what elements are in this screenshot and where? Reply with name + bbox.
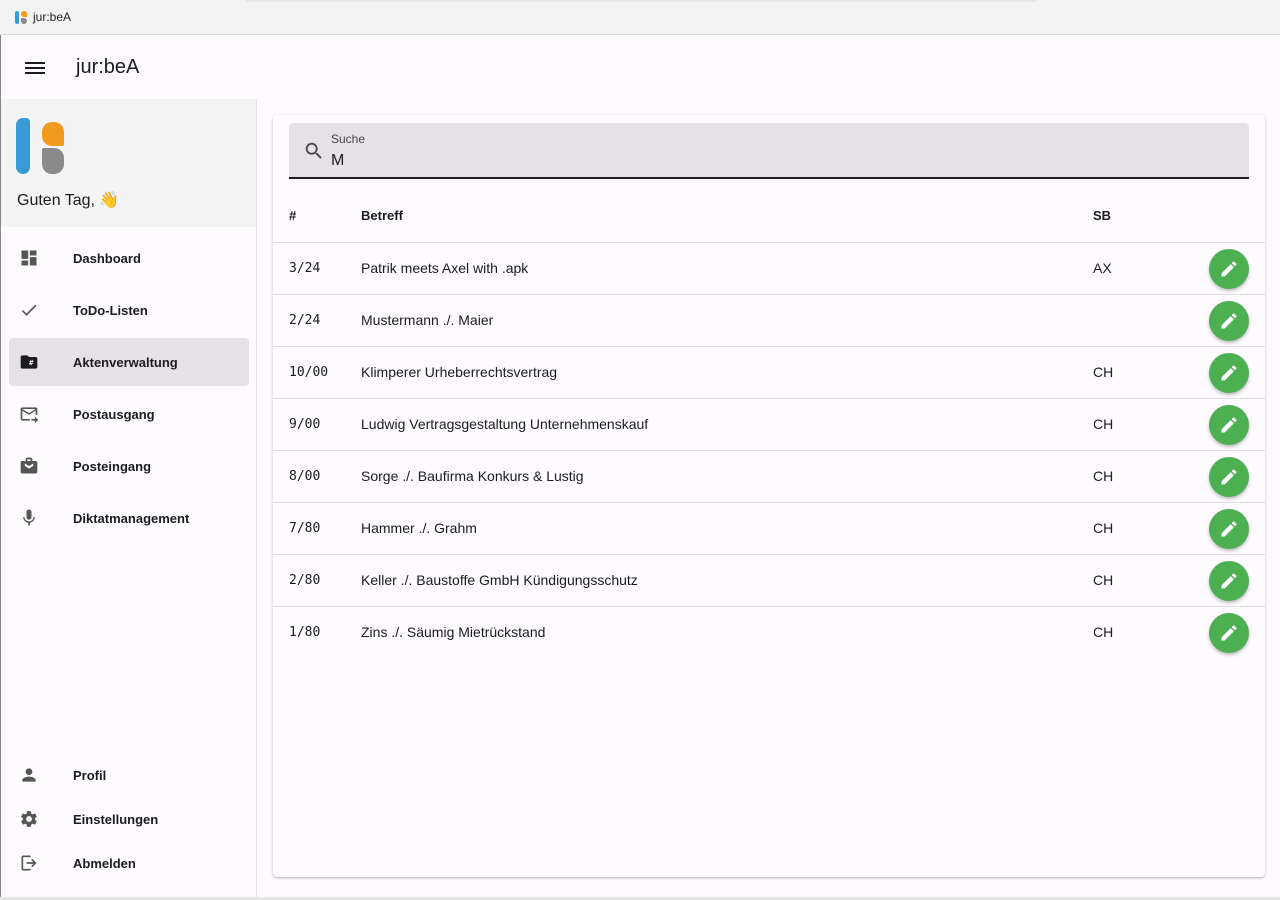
inbox-icon [20, 457, 38, 474]
sidebar-header: Guten Tag, 👋 [1, 99, 256, 227]
sidebar-item-label: Posteingang [73, 458, 152, 474]
menu-icon[interactable] [25, 59, 47, 75]
gear-icon [21, 811, 37, 827]
row-subject: Hammer ./. Grahm [361, 520, 477, 536]
sidebar-item-label: ToDo-Listen [73, 302, 148, 318]
row-sb: AX [1093, 260, 1112, 276]
sidebar-item-profil[interactable]: Profil [9, 755, 249, 795]
row-number: 9/00 [289, 417, 321, 432]
search-label: Suche [331, 132, 366, 146]
dashboard-icon [21, 250, 37, 266]
row-number: 7/80 [289, 521, 321, 536]
sidebar-item-einstellungen[interactable]: Einstellungen [9, 799, 249, 839]
table-row[interactable]: 1/80 Zins ./. Säumig Mietrückstand CH [273, 607, 1265, 659]
window-title: jur:beA [33, 10, 72, 24]
edit-button[interactable] [1209, 353, 1249, 393]
column-header-subject: Betreff [361, 208, 403, 223]
edit-button[interactable] [1209, 561, 1249, 601]
person-icon [22, 768, 36, 782]
row-subject: Patrik meets Axel with .apk [361, 260, 529, 276]
column-header-number: # [289, 208, 297, 223]
edit-button[interactable] [1209, 249, 1249, 289]
row-number: 2/80 [289, 573, 321, 588]
sidebar-item-dashboard[interactable]: Dashboard [9, 234, 249, 282]
table-row[interactable]: 7/80 Hammer ./. Grahm CH [273, 503, 1265, 555]
edit-button[interactable] [1209, 613, 1249, 653]
greeting-text: Guten Tag, 👋 [17, 192, 120, 209]
sidebar-item-label: Diktatmanagement [73, 510, 190, 526]
sidebar-item-aktenverwaltung[interactable]: Aktenverwaltung [9, 338, 249, 386]
app-bar: jur:beA [1, 35, 1280, 99]
table-row[interactable]: 3/24 Patrik meets Axel with .apk AX [273, 243, 1265, 295]
pencil-icon [1221, 261, 1237, 277]
row-number: 2/24 [289, 313, 321, 328]
search-icon [305, 142, 322, 159]
table-row[interactable]: 10/00 Klimperer Urheberrechtsvertrag CH [273, 347, 1265, 399]
edit-button[interactable] [1209, 405, 1249, 445]
sidebar: Guten Tag, 👋 Dashboard ToDo-Listen Akten… [1, 99, 257, 900]
row-subject: Mustermann ./. Maier [361, 312, 494, 328]
sidebar-item-diktatmanagement[interactable]: Diktatmanagement [9, 494, 249, 542]
sidebar-item-todo[interactable]: ToDo-Listen [9, 286, 249, 334]
edit-button[interactable] [1209, 509, 1249, 549]
column-header-sb: SB [1093, 208, 1112, 223]
sidebar-item-label: Abmelden [73, 855, 136, 871]
folder-hash-icon [20, 355, 38, 369]
row-number: 3/24 [289, 261, 321, 276]
row-subject: Keller ./. Baustoffe GmbH Kündigungsschu… [361, 572, 638, 588]
table-row[interactable]: 2/80 Keller ./. Baustoffe GmbH Kündigung… [273, 555, 1265, 607]
sidebar-item-label: Dashboard [73, 250, 141, 266]
pencil-icon [1221, 417, 1237, 433]
sidebar-item-abmelden[interactable]: Abmelden [9, 843, 249, 883]
microphone-icon [23, 509, 35, 526]
app-title: jur:beA [76, 55, 140, 78]
app-logo-small [15, 10, 27, 24]
pencil-icon [1221, 521, 1237, 537]
pencil-icon [1221, 573, 1237, 589]
check-icon [21, 304, 37, 316]
row-sb: CH [1093, 520, 1114, 536]
sidebar-item-postausgang[interactable]: Postausgang [9, 390, 249, 438]
table-header: # Betreff SB [273, 187, 1265, 243]
sidebar-item-label: Einstellungen [73, 811, 159, 827]
pencil-icon [1221, 365, 1237, 381]
search-field[interactable]: Suche [289, 123, 1249, 179]
row-sb: CH [1093, 572, 1114, 588]
row-subject: Klimperer Urheberrechtsvertrag [361, 364, 558, 380]
row-subject: Ludwig Vertragsgestaltung Unternehmenska… [361, 416, 649, 432]
row-subject: Sorge ./. Baufirma Konkurs & Lustig [361, 468, 584, 484]
edit-button[interactable] [1209, 457, 1249, 497]
sidebar-item-label: Aktenverwaltung [73, 354, 178, 370]
pencil-icon [1221, 313, 1237, 329]
window-titlebar: jur:beA [0, 0, 1280, 35]
sidebar-item-label: Postausgang [73, 406, 155, 422]
pencil-icon [1221, 625, 1237, 641]
app-logo [16, 118, 66, 176]
logout-icon [21, 855, 37, 871]
edit-button[interactable] [1209, 301, 1249, 341]
row-sb: CH [1093, 364, 1114, 380]
row-number: 10/00 [289, 365, 329, 380]
search-input[interactable] [331, 150, 1211, 172]
sidebar-nav: Dashboard ToDo-Listen Aktenverwaltung Po… [1, 234, 257, 546]
row-number: 1/80 [289, 625, 321, 640]
row-sb: CH [1093, 624, 1114, 640]
table-row[interactable]: 9/00 Ludwig Vertragsgestaltung Unternehm… [273, 399, 1265, 451]
row-number: 8/00 [289, 469, 321, 484]
row-sb: CH [1093, 416, 1114, 432]
row-subject: Zins ./. Säumig Mietrückstand [361, 624, 546, 640]
table-row[interactable]: 2/24 Mustermann ./. Maier [273, 295, 1265, 347]
pencil-icon [1221, 469, 1237, 485]
files-card: Suche # Betreff SB 3/24 Patrik meets Axe… [273, 115, 1265, 877]
titlebar-strip [246, 0, 1036, 2]
table-row[interactable]: 8/00 Sorge ./. Baufirma Konkurs & Lustig… [273, 451, 1265, 503]
sidebar-bottom-nav: Profil Einstellungen Abmelden [1, 755, 257, 887]
mail-outgoing-icon [20, 407, 39, 424]
sidebar-item-label: Profil [73, 767, 107, 783]
row-sb: CH [1093, 468, 1114, 484]
sidebar-item-posteingang[interactable]: Posteingang [9, 442, 249, 490]
